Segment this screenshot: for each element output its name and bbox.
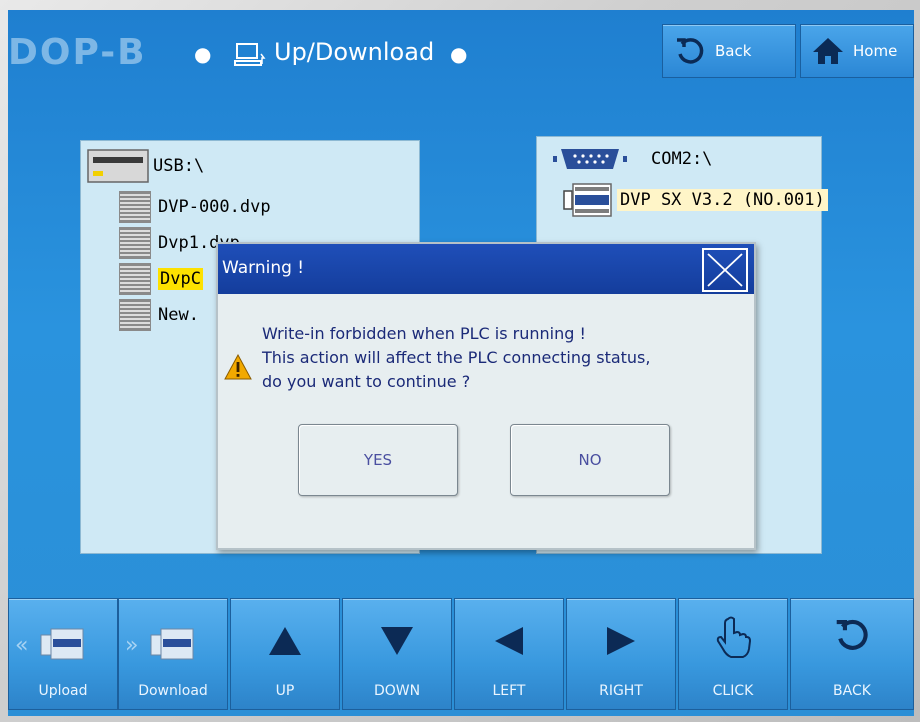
down-arrow-icon [381, 627, 413, 655]
header-separator-dot: ● [450, 42, 468, 66]
down-button[interactable]: DOWN [342, 598, 452, 710]
left-label: LEFT [492, 683, 526, 699]
back-button-label: Back [715, 42, 752, 60]
pc-icon [234, 43, 266, 66]
up-button[interactable]: UP [230, 598, 340, 710]
usb-drive-label: USB:\ [153, 156, 205, 176]
bottom-toolbar: « Upload » Download UP DOWN LEFT RIGHT C… [8, 592, 914, 716]
down-label: DOWN [373, 683, 421, 699]
file-name: New. [158, 305, 199, 325]
up-label: UP [275, 683, 295, 699]
close-icon [707, 253, 743, 287]
com-port-label: COM2:\ [651, 149, 713, 169]
usb-drive-icon [87, 149, 149, 183]
left-chevrons-icon: « [15, 633, 29, 658]
back-icon [836, 619, 868, 650]
home-button[interactable]: Home [800, 24, 914, 78]
file-icon [119, 227, 151, 259]
plc-device-icon [563, 183, 612, 217]
dialog-title: Warning ! [222, 258, 305, 278]
back-toolbar-button[interactable]: BACK [790, 598, 914, 710]
file-icon [119, 263, 151, 295]
warning-dialog: Warning ! Write-in forbidden when PLC is… [216, 242, 756, 550]
dialog-message-line: This action will affect the PLC connecti… [262, 348, 651, 367]
list-item-selected[interactable]: DvpC [119, 263, 203, 295]
hmi-screen: DOP-B ● Up/Download ● Back Home USB:\ DV… [8, 10, 914, 716]
download-plc-icon [150, 628, 194, 660]
file-icon [119, 191, 151, 223]
device-row[interactable]: DVP SX V3.2 (NO.001) [563, 183, 828, 217]
up-arrow-icon [269, 627, 301, 655]
file-name: DVP-000.dvp [158, 197, 271, 217]
right-label: RIGHT [599, 683, 643, 699]
right-button[interactable]: RIGHT [566, 598, 676, 710]
dialog-titlebar: Warning ! [218, 244, 754, 294]
dialog-message-line: Write-in forbidden when PLC is running ! [262, 324, 586, 343]
download-label: Download [138, 683, 208, 699]
right-chevrons-icon: » [125, 633, 139, 658]
click-label: CLICK [712, 683, 754, 699]
usb-drive-row[interactable]: USB:\ [87, 149, 204, 183]
upload-plc-icon [40, 628, 84, 660]
no-button[interactable]: NO [510, 424, 670, 496]
right-arrow-icon [607, 627, 635, 655]
brand-logo: DOP-B [8, 32, 147, 73]
warning-icon [224, 354, 252, 380]
home-icon [813, 38, 843, 64]
back-button[interactable]: Back [662, 24, 796, 78]
hand-pointer-icon [716, 616, 752, 658]
list-item[interactable]: New. [119, 299, 199, 331]
dialog-message-line: do you want to continue ? [262, 372, 471, 391]
header-separator-dot: ● [194, 42, 212, 66]
home-button-label: Home [853, 42, 898, 60]
file-icon [119, 299, 151, 331]
click-button[interactable]: CLICK [678, 598, 788, 710]
left-button[interactable]: LEFT [454, 598, 564, 710]
left-arrow-icon [495, 627, 523, 655]
page-title: Up/Download [274, 38, 435, 66]
dialog-message: Write-in forbidden when PLC is running !… [262, 322, 752, 394]
back-label: BACK [833, 683, 871, 699]
download-button[interactable]: » Download [118, 598, 228, 710]
device-name: DVP SX V3.2 (NO.001) [617, 189, 828, 211]
file-name: DvpC [158, 268, 203, 290]
serial-port-icon [553, 149, 627, 169]
com-port-row[interactable]: COM2:\ [553, 147, 712, 171]
upload-label: Upload [38, 683, 88, 699]
upload-button[interactable]: « Upload [8, 598, 118, 710]
close-button[interactable] [702, 248, 748, 292]
back-icon [677, 38, 704, 64]
list-item[interactable]: DVP-000.dvp [119, 191, 271, 223]
yes-button[interactable]: YES [298, 424, 458, 496]
